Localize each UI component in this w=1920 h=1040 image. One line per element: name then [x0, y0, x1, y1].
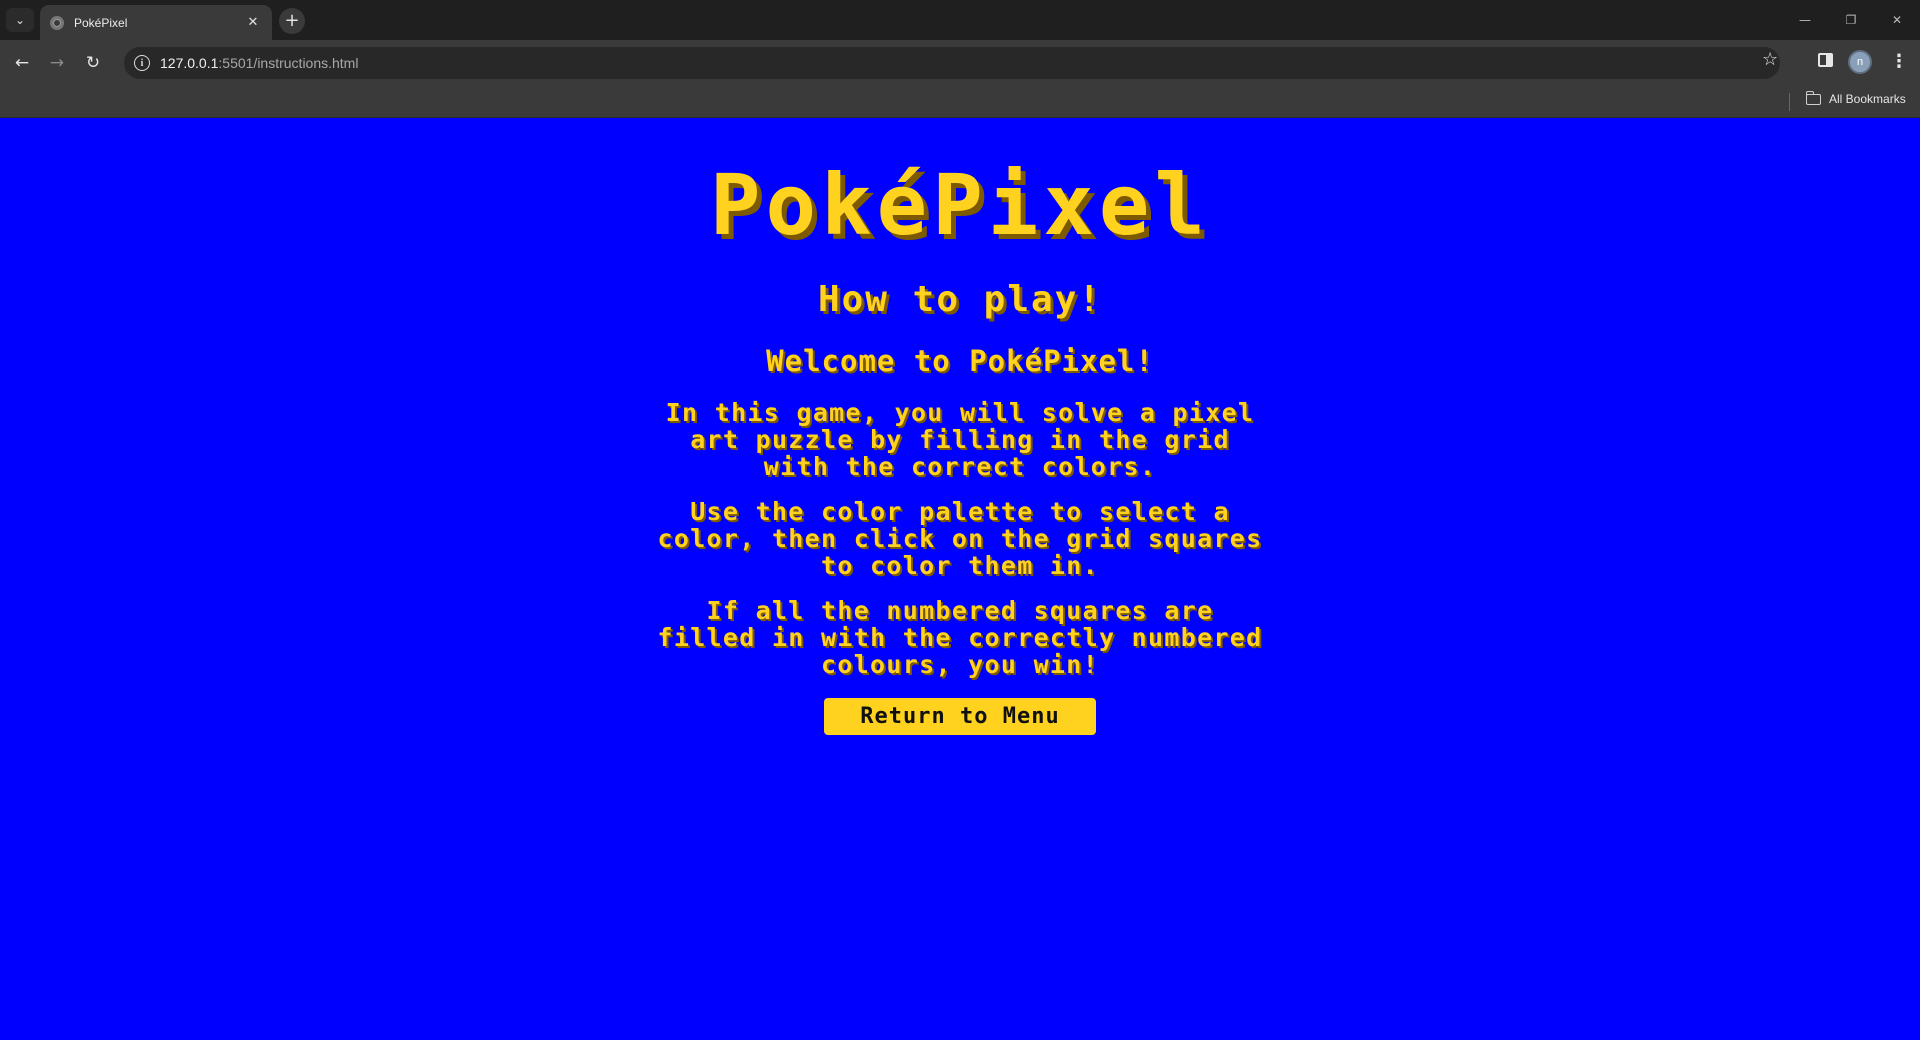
url-host: 127.0.0.1 — [160, 55, 219, 71]
new-tab-button[interactable]: + — [279, 8, 305, 34]
tab-strip: ⌄ PokéPixel ✕ + — ❐ ✕ — [0, 0, 1920, 40]
instruction-paragraph: In this game, you will solve a pixel art… — [665, 398, 1255, 481]
tab-title: PokéPixel — [74, 15, 128, 30]
return-to-menu-button[interactable]: Return to Menu — [824, 698, 1096, 735]
bookmarks-divider — [1789, 93, 1790, 111]
tab-search-chevron-icon[interactable]: ⌄ — [6, 8, 34, 32]
folder-icon — [1805, 90, 1821, 105]
browser-tab[interactable]: PokéPixel ✕ — [40, 5, 272, 40]
window-controls: — ❐ ✕ — [1782, 0, 1920, 40]
logo-title: PokéPixel — [709, 156, 1211, 254]
tab-close-icon[interactable]: ✕ — [244, 15, 262, 30]
url-path: :5501/instructions.html — [218, 55, 359, 71]
restore-icon[interactable]: ❐ — [1828, 0, 1874, 40]
instruction-paragraph: Use the color palette to select a color,… — [657, 497, 1263, 580]
side-panel-icon[interactable] — [1818, 53, 1833, 67]
all-bookmarks-label: All Bookmarks — [1829, 92, 1906, 106]
forward-arrow-icon[interactable]: → — [43, 49, 71, 77]
bookmarks-bar: All Bookmarks — [0, 85, 1920, 118]
page-subtitle: How to play! — [817, 279, 1103, 320]
all-bookmarks-button[interactable]: All Bookmarks — [1805, 90, 1906, 106]
address-bar[interactable]: i 127.0.0.1:5501/instructions.html — [124, 47, 1780, 79]
welcome-heading: Welcome to PokéPixel! — [766, 344, 1154, 378]
bookmark-star-icon[interactable]: ☆ — [1762, 49, 1778, 70]
page-content: PokéPixel How to play! Welcome to PokéPi… — [0, 119, 1920, 1040]
profile-avatar[interactable]: n — [1848, 50, 1872, 74]
close-window-icon[interactable]: ✕ — [1874, 0, 1920, 40]
site-info-icon[interactable]: i — [134, 55, 150, 71]
reload-icon[interactable]: ↻ — [79, 49, 107, 77]
globe-icon — [50, 15, 64, 30]
back-arrow-icon[interactable]: ← — [8, 49, 36, 77]
instruction-paragraph: If all the numbered squares are filled i… — [657, 596, 1263, 679]
minimize-icon[interactable]: — — [1782, 0, 1828, 40]
kebab-menu-icon[interactable]: ⋮ — [1890, 50, 1908, 74]
